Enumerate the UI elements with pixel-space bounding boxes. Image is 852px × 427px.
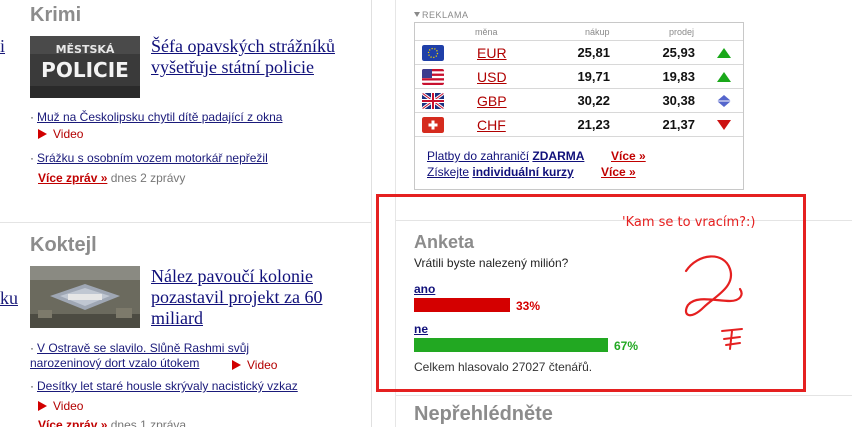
buy-rate: 30,22 xyxy=(577,93,610,108)
more-news: Více zpráv » dnes 2 zprávy xyxy=(38,171,185,185)
section-title-krimi: Krimi xyxy=(30,4,82,26)
section-divider xyxy=(0,222,372,223)
fx-more-link[interactable]: Více » xyxy=(611,149,646,163)
fx-header-currency: měna xyxy=(475,27,498,37)
headline-line: miliard xyxy=(151,308,203,328)
video-link[interactable]: Video xyxy=(38,127,83,141)
cut-off-link[interactable]: i xyxy=(0,36,5,57)
more-news-count: dnes 1 zpráva xyxy=(110,418,187,427)
buy-rate: 19,71 xyxy=(577,69,610,84)
more-news-count: dnes 2 zprávy xyxy=(110,171,186,185)
trend-up-icon xyxy=(717,72,731,82)
koktejl-item-link[interactable]: V Ostravě se slavilo. Slůně Rashmi svůj xyxy=(37,341,249,355)
section-title-neprehlednete: Nepřehlédněte xyxy=(414,403,553,425)
koktejl-item-link[interactable]: narozeninový dort vzalo útokem xyxy=(30,356,199,370)
headline-line: pozastavil projekt za 60 xyxy=(151,287,323,307)
fx-header-buy: nákup xyxy=(585,27,610,37)
currency-code[interactable]: CHF xyxy=(477,117,506,133)
fx-row-gbp[interactable]: GBP 30,22 30,38 xyxy=(415,88,743,112)
uk-flag-icon xyxy=(422,93,444,109)
trend-flat-icon xyxy=(717,95,731,107)
fx-link-rates: Získejte individuální kurzy Více » xyxy=(427,165,636,179)
buy-rate: 25,81 xyxy=(577,45,610,60)
fx-link-text[interactable]: Získejte xyxy=(427,165,469,179)
koktejl-item-link[interactable]: Desítky let staré housle skrývaly nacist… xyxy=(37,379,298,393)
currency-code[interactable]: GBP xyxy=(477,93,507,109)
play-icon xyxy=(38,129,47,139)
koktejl-item[interactable]: · Desítky let staré housle skrývaly nacis… xyxy=(30,379,298,394)
cut-off-link[interactable]: ku xyxy=(0,288,18,309)
video-label: Video xyxy=(53,127,84,141)
fx-header-sell: prodej xyxy=(669,27,695,37)
fx-link-bold[interactable]: ZDARMA xyxy=(532,149,584,163)
video-link[interactable]: Video xyxy=(38,399,83,413)
headline-line: Šéfa opavských strážníků xyxy=(151,36,335,56)
annotation-scribble xyxy=(684,255,743,350)
news-column: i ku Krimi MĚSTSKÁ POLICIE Šéfa opavskýc… xyxy=(0,0,372,427)
annotation-text: 'Kam se to vracím?:) xyxy=(622,215,756,230)
play-icon xyxy=(38,401,47,411)
section-title-koktejl: Koktejl xyxy=(30,234,97,256)
sell-rate: 19,83 xyxy=(662,69,695,84)
krimi-item-link[interactable]: Srážku s osobním vozem motorkář nepřežil xyxy=(37,151,268,165)
fx-link-payments: Platby do zahraničí ZDARMA Více » xyxy=(427,149,646,163)
video-label: Video xyxy=(53,399,84,413)
play-icon xyxy=(232,360,241,370)
krimi-item-link[interactable]: Muž na Českolipsku chytil dítě padající … xyxy=(37,110,282,124)
thumb-text-line: POLICIE xyxy=(41,58,129,82)
currency-code[interactable]: EUR xyxy=(477,45,507,61)
sidebar-divider xyxy=(396,395,852,396)
trend-down-icon xyxy=(717,120,731,130)
krimi-item[interactable]: · Muž na Českolipsku chytil dítě padající… xyxy=(30,110,282,125)
fx-table-bottom-rule xyxy=(415,136,743,137)
police-sign-image: MĚSTSKÁ POLICIE xyxy=(30,36,140,98)
fx-link-text[interactable]: Platby do zahraničí xyxy=(427,149,529,163)
fx-row-chf[interactable]: CHF 21,23 21,37 xyxy=(415,112,743,136)
buy-rate: 21,23 xyxy=(577,117,610,132)
more-news: Více zpráv » dnes 1 zpráva xyxy=(38,418,186,427)
fx-row-usd[interactable]: USD 19,71 19,83 xyxy=(415,64,743,88)
ch-flag-icon xyxy=(422,117,444,133)
currency-code[interactable]: USD xyxy=(477,69,507,85)
headline-line: vyšetřuje státní policie xyxy=(151,57,314,77)
exchange-rates-box: měna nákup prodej EUR 25,81 25,93 USD 19… xyxy=(414,22,744,190)
eu-flag-icon xyxy=(422,45,444,61)
krimi-headline[interactable]: Šéfa opavských strážníků vyšetřuje státn… xyxy=(151,36,335,78)
more-news-link[interactable]: Více zpráv » xyxy=(38,418,107,427)
krimi-item[interactable]: · Srážku s osobním vozem motorkář nepřeži… xyxy=(30,151,268,166)
ad-label: REKLAMA xyxy=(414,10,469,20)
caret-down-icon xyxy=(414,12,420,17)
koktejl-headline[interactable]: Nález pavoučí kolonie pozastavil projekt… xyxy=(151,266,322,329)
fx-more-link[interactable]: Více » xyxy=(601,165,636,179)
fx-row-eur[interactable]: EUR 25,81 25,93 xyxy=(415,40,743,64)
us-flag-icon xyxy=(422,69,444,85)
fx-link-bold[interactable]: individuální kurzy xyxy=(472,165,573,179)
koktejl-item[interactable]: · V Ostravě se slavilo. Slůně Rashmi svůj… xyxy=(30,341,249,371)
more-news-link[interactable]: Více zpráv » xyxy=(38,171,107,185)
sell-rate: 30,38 xyxy=(662,93,695,108)
page: i ku Krimi MĚSTSKÁ POLICIE Šéfa opavskýc… xyxy=(0,0,852,427)
headline-line: Nález pavoučí kolonie xyxy=(151,266,313,286)
koktejl-thumbnail[interactable] xyxy=(30,266,140,328)
construction-aerial-image xyxy=(30,266,140,328)
sell-rate: 21,37 xyxy=(662,117,695,132)
krimi-thumbnail[interactable]: MĚSTSKÁ POLICIE xyxy=(30,36,140,98)
video-label: Video xyxy=(247,358,278,372)
thumb-text-line: MĚSTSKÁ xyxy=(56,43,115,56)
video-link[interactable]: Video xyxy=(232,358,277,372)
trend-up-icon xyxy=(717,48,731,58)
sell-rate: 25,93 xyxy=(662,45,695,60)
